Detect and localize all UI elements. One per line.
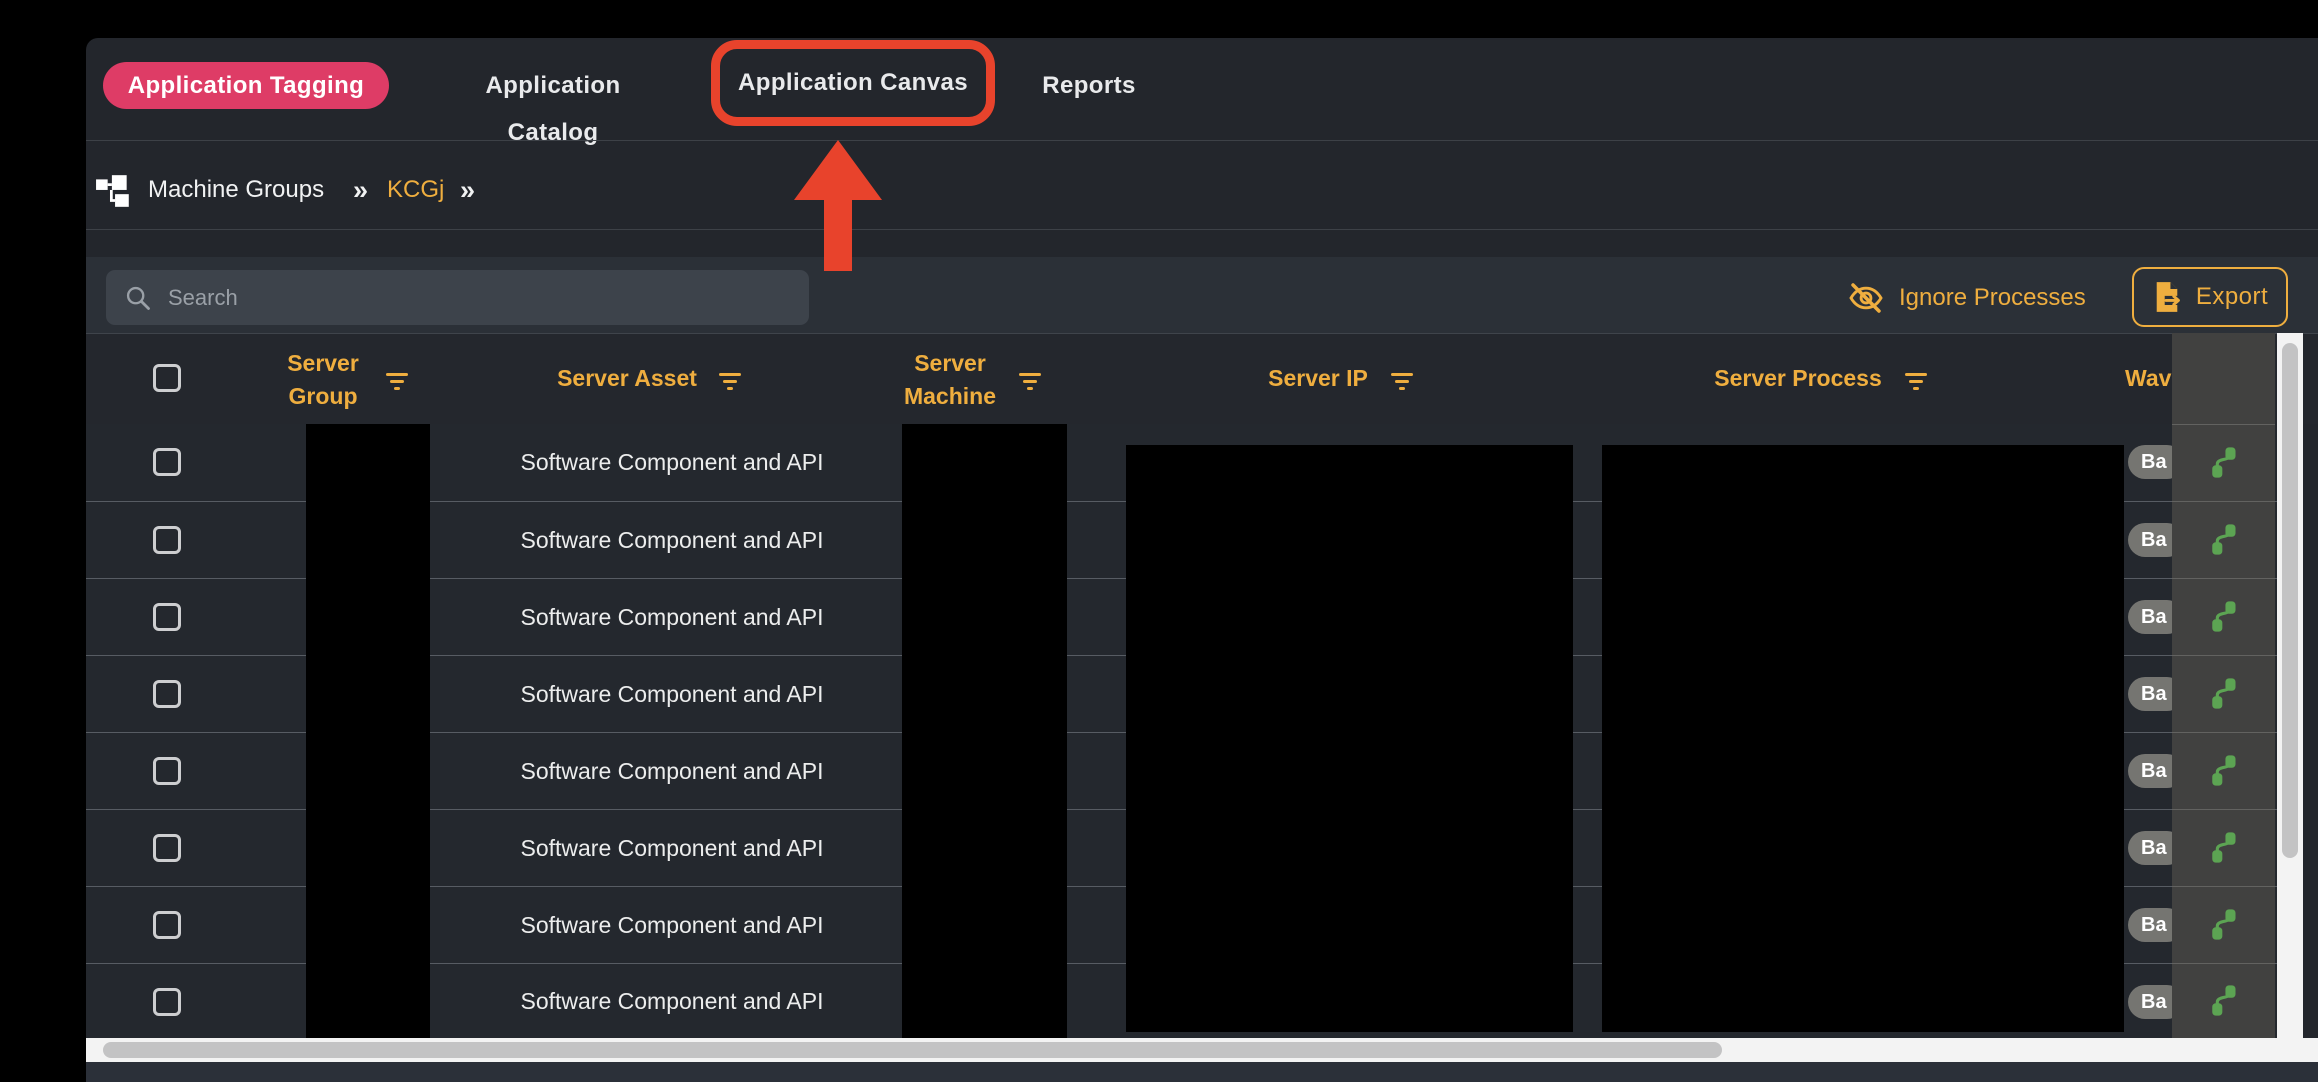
connection-icon[interactable] [2208, 832, 2239, 863]
search-input[interactable] [166, 284, 770, 312]
nav-divider [86, 140, 2318, 141]
connection-icon[interactable] [2208, 447, 2239, 478]
redacted-server-group-column [306, 424, 430, 1038]
server-asset-cell: Software Component and API [472, 424, 872, 501]
redacted-server-process-column [1602, 445, 2124, 1032]
export-icon [2152, 281, 2182, 313]
search-box [106, 270, 809, 325]
horizontal-scrollbar-thumb[interactable] [103, 1042, 1722, 1058]
breadcrumb-machine-groups[interactable]: Machine Groups [148, 172, 324, 208]
server-asset-cell: Software Component and API [472, 964, 872, 1038]
export-label: Export [2196, 283, 2268, 311]
search-icon [124, 284, 152, 312]
column-header-server-machine: Server Machine [890, 347, 1010, 413]
connection-icon[interactable] [2208, 755, 2239, 786]
export-button[interactable]: Export [2132, 267, 2288, 327]
connection-icon[interactable] [2208, 678, 2239, 709]
row-checkbox[interactable] [153, 448, 181, 476]
table-header [86, 333, 2318, 424]
ignore-processes-label: Ignore Processes [1899, 284, 2086, 312]
pinned-actions-column [2172, 333, 2275, 1038]
select-all-checkbox[interactable] [153, 364, 181, 392]
filter-icon-server-asset[interactable] [718, 373, 742, 391]
row-checkbox[interactable] [153, 680, 181, 708]
server-asset-cell: Software Component and API [472, 502, 872, 578]
filter-icon-server-machine[interactable] [1018, 373, 1042, 391]
redacted-server-machine-column [902, 424, 1067, 1038]
row-checkbox[interactable] [153, 526, 181, 554]
server-asset-cell: Software Component and API [472, 579, 872, 655]
breadcrumb-divider [86, 229, 2318, 230]
server-asset-cell: Software Component and API [472, 810, 872, 886]
column-header-wave: Wav [2125, 360, 2172, 396]
row-checkbox[interactable] [153, 988, 181, 1016]
filter-icon-server-group[interactable] [385, 373, 409, 391]
row-checkbox[interactable] [153, 757, 181, 785]
breadcrumb-separator-2: » [460, 172, 475, 208]
tab-application-catalog[interactable]: Application Catalog [440, 62, 666, 109]
red-highlight-box [711, 40, 995, 126]
connection-icon[interactable] [2208, 909, 2239, 940]
tab-reports[interactable]: Reports [1019, 62, 1159, 109]
filter-icon-server-ip[interactable] [1390, 373, 1414, 391]
server-asset-cell: Software Component and API [472, 887, 872, 963]
column-header-server-group: Server Group [263, 347, 383, 413]
eye-off-icon [1848, 283, 1884, 313]
vertical-scrollbar-thumb[interactable] [2282, 343, 2298, 858]
column-header-server-ip: Server IP [1218, 360, 1418, 396]
ignore-processes-button[interactable]: Ignore Processes [1848, 270, 2086, 325]
breadcrumb-separator: » [353, 172, 368, 208]
row-checkbox[interactable] [153, 603, 181, 631]
connection-icon[interactable] [2208, 524, 2239, 555]
server-asset-cell: Software Component and API [472, 733, 872, 809]
main-panel: Application Tagging Application Catalog … [86, 38, 2318, 1082]
app-window: Application Tagging Application Catalog … [0, 0, 2318, 1082]
row-checkbox[interactable] [153, 834, 181, 862]
connection-icon[interactable] [2208, 601, 2239, 632]
row-checkbox[interactable] [153, 911, 181, 939]
breadcrumb-current-kcgj[interactable]: KCGj [387, 172, 444, 208]
server-asset-cell: Software Component and API [472, 656, 872, 732]
tab-application-tagging[interactable]: Application Tagging [103, 62, 389, 109]
red-annotation-arrow [786, 138, 896, 273]
column-header-server-process: Server Process [1698, 360, 1898, 396]
redacted-server-ip-column [1126, 445, 1573, 1032]
filter-icon-server-process[interactable] [1904, 373, 1928, 391]
connection-icon[interactable] [2208, 985, 2239, 1016]
column-header-server-asset: Server Asset [527, 360, 727, 396]
bottom-strip [86, 1062, 2318, 1082]
machine-groups-icon [95, 172, 133, 210]
